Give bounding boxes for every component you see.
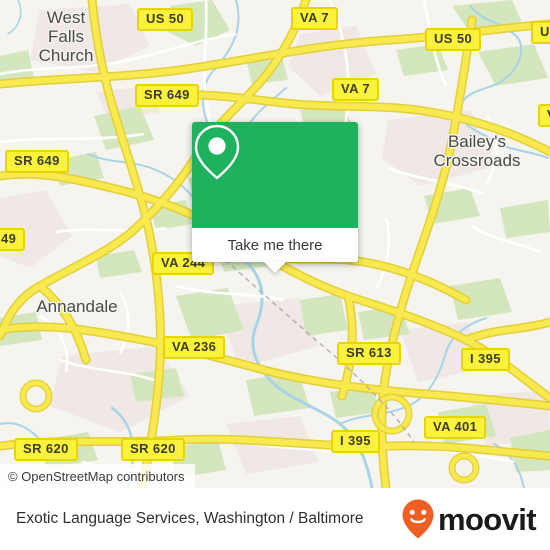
moovit-smiley-pin-icon [402,499,434,539]
route-shield-va-236[interactable]: VA 236 [163,336,226,359]
take-me-there-label: Take me there [227,236,323,254]
route-shield-us-50-east[interactable]: US 50 [425,28,482,51]
map-pin-icon [194,124,240,180]
route-shield-us-clipped[interactable]: US [531,21,550,44]
footer-bar: Exotic Language Services, Washington / B… [0,488,550,550]
osm-attribution-text: © OpenStreetMap contributors [8,468,185,484]
route-shield-sr-620-west[interactable]: SR 620 [14,438,78,461]
popup-icon-area [192,122,358,228]
route-shield-va-7[interactable]: VA 7 [291,7,339,30]
location-popup-card[interactable]: Take me there [192,122,358,273]
route-shield-sr-649-west[interactable]: SR 649 [5,150,69,173]
route-shield-i-395[interactable]: I 395 [331,430,380,453]
route-shield-sr-620[interactable]: SR 620 [121,438,185,461]
route-shield-sr-613[interactable]: SR 613 [337,342,401,365]
route-shield-i-395-east[interactable]: I 395 [461,348,510,371]
route-shield-va-clipped[interactable]: VA [538,104,550,127]
route-shield-va-7-south[interactable]: VA 7 [332,78,380,101]
osm-attribution[interactable]: © OpenStreetMap contributors [0,464,195,488]
popup-action-label-area[interactable]: Take me there [192,228,358,262]
map-canvas[interactable]: West Falls Church Bailey's Crossroads An… [0,0,550,488]
footer-title: Exotic Language Services, Washington / B… [16,510,364,527]
route-shield-49-clipped[interactable]: 49 [0,228,26,251]
screenshot-root: West Falls Church Bailey's Crossroads An… [0,0,550,550]
moovit-wordmark: moovit [437,501,537,537]
route-shield-us-50[interactable]: US 50 [137,8,194,31]
route-shield-va-401[interactable]: VA 401 [424,416,487,439]
moovit-brand[interactable]: moovit [400,498,537,540]
route-shield-sr-649[interactable]: SR 649 [135,84,199,107]
popup-pointer [264,262,286,273]
